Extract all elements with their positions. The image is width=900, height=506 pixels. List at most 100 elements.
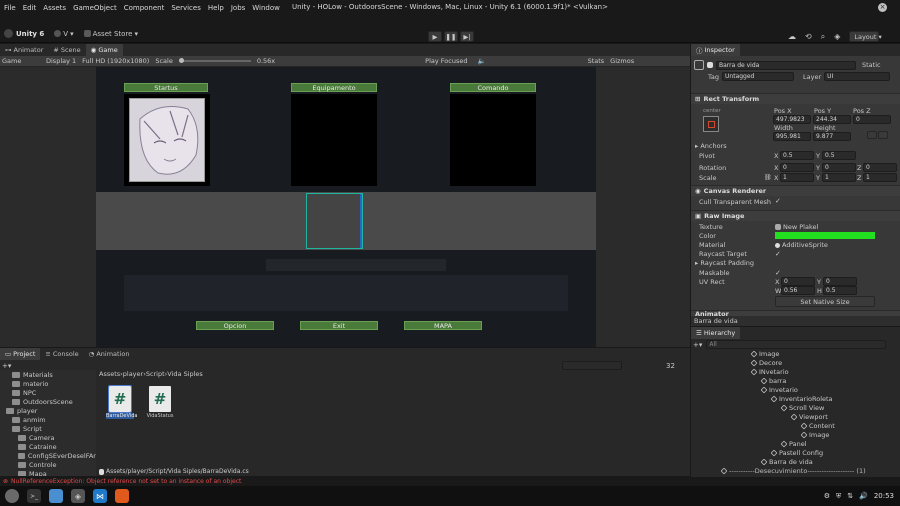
- hierarchy-item[interactable]: Viewport: [691, 412, 900, 421]
- raycast-checkbox[interactable]: ✓: [775, 250, 781, 258]
- scale-x-field[interactable]: 1: [780, 173, 814, 182]
- tab-inspector[interactable]: ⓘ Inspector: [691, 44, 740, 56]
- hierarchy-item[interactable]: Image: [691, 349, 900, 358]
- shield-icon[interactable]: ⛨: [836, 492, 841, 501]
- active-checkbox[interactable]: [707, 62, 713, 68]
- gizmos-button[interactable]: Gizmos: [610, 57, 634, 65]
- uv-x-field[interactable]: 0: [781, 277, 815, 286]
- cull-checkbox[interactable]: ✓: [775, 197, 781, 205]
- menu-edit[interactable]: Edit: [23, 4, 37, 12]
- breadcrumb-item[interactable]: Vida Siples: [167, 370, 203, 378]
- add-icon[interactable]: +▾: [693, 341, 702, 349]
- folder-item[interactable]: Camera: [0, 433, 96, 442]
- hierarchy-item[interactable]: Image: [691, 430, 900, 439]
- raw-image-header[interactable]: ▣ Raw Image: [691, 210, 900, 221]
- display-mode-dropdown[interactable]: Game: [2, 57, 40, 65]
- unity-icon[interactable]: ◈: [71, 489, 85, 503]
- files-icon[interactable]: [49, 489, 63, 503]
- rotation-x-field[interactable]: 0: [780, 163, 814, 172]
- raycast-padding-foldout[interactable]: ▸ Raycast Padding: [695, 259, 754, 267]
- cloud-icon[interactable]: ☁: [788, 32, 796, 41]
- uv-y-field[interactable]: 0: [823, 277, 857, 286]
- set-native-size-button[interactable]: Set Native Size: [775, 296, 875, 307]
- uv-w-field[interactable]: 0.56: [781, 286, 815, 295]
- pos-y-field[interactable]: 244.34: [813, 115, 851, 124]
- status-bar[interactable]: ⊗ NullReferenceException: Object referenc…: [0, 477, 900, 486]
- pivot-x-field[interactable]: 0.5: [780, 151, 814, 160]
- menu-component[interactable]: Component: [124, 4, 165, 12]
- folder-item[interactable]: OutdoorsScene: [0, 397, 96, 406]
- breadcrumb-item[interactable]: Script: [146, 370, 165, 378]
- material-field[interactable]: AdditiveSprite: [775, 241, 828, 249]
- clock[interactable]: 20:53: [874, 492, 894, 500]
- network-icon[interactable]: ⇅: [847, 492, 853, 500]
- status-header[interactable]: Startus: [124, 83, 208, 92]
- tag-dropdown[interactable]: Untagged: [722, 72, 795, 81]
- unity-account-menu[interactable]: Unity 6: [4, 29, 44, 38]
- width-field[interactable]: 995.981: [773, 132, 811, 141]
- hierarchy-item[interactable]: Content: [691, 421, 900, 430]
- folder-item[interactable]: player: [0, 406, 96, 415]
- brave-icon[interactable]: [115, 489, 129, 503]
- hierarchy-item[interactable]: Invetario: [691, 385, 900, 394]
- tab-project[interactable]: ▭ Project: [0, 348, 41, 360]
- layout-dropdown[interactable]: Layout ▾: [849, 31, 882, 42]
- height-field[interactable]: 9.877: [813, 132, 851, 141]
- pos-x-field[interactable]: 497.9823: [773, 115, 811, 124]
- rotation-y-field[interactable]: 0: [822, 163, 856, 172]
- asset-item[interactable]: # BarraDeVida: [106, 385, 137, 419]
- link-icon[interactable]: ⛓: [764, 174, 772, 181]
- maskable-checkbox[interactable]: ✓: [775, 269, 781, 277]
- folder-item[interactable]: materio: [0, 379, 96, 388]
- tab-hierarchy[interactable]: ☰ Hierarchy: [691, 327, 741, 339]
- slider-handle[interactable]: [178, 58, 184, 63]
- hierarchy-item[interactable]: InventarioRoleta: [691, 394, 900, 403]
- layers-icon[interactable]: ◈: [834, 32, 840, 41]
- folder-item[interactable]: Materials: [0, 370, 96, 379]
- inventory-slot-selected[interactable]: [306, 193, 363, 249]
- uv-h-field[interactable]: 0.5: [823, 286, 857, 295]
- asset-item[interactable]: # VidaStatus: [146, 386, 174, 419]
- mute-icon[interactable]: 🔈: [477, 57, 485, 65]
- scale-slider[interactable]: [178, 58, 251, 63]
- hierarchy-item[interactable]: Scroll View: [691, 403, 900, 412]
- static-toggle[interactable]: Static: [862, 61, 881, 69]
- step-button[interactable]: ▶|: [460, 31, 474, 42]
- collab-icon[interactable]: ⟲: [805, 32, 812, 41]
- account-button[interactable]: V ▾: [54, 30, 74, 38]
- folder-item[interactable]: NPC: [0, 388, 96, 397]
- hierarchy-search-input[interactable]: All: [706, 340, 887, 349]
- command-header[interactable]: Comando: [450, 83, 536, 92]
- canvas-renderer-header[interactable]: ◉ Canvas Renderer: [691, 185, 900, 196]
- resolution-dropdown[interactable]: Full HD (1920x1080): [82, 57, 149, 65]
- equipment-header[interactable]: Equipamento: [291, 83, 377, 92]
- hierarchy-item[interactable]: Panel: [691, 439, 900, 448]
- vscode-icon[interactable]: ⋈: [93, 489, 107, 503]
- folder-item[interactable]: Controle: [0, 460, 96, 469]
- object-name-field[interactable]: Barra de vida: [716, 60, 856, 70]
- tab-animator[interactable]: ⊶ Animator: [0, 44, 48, 56]
- asset-store-button[interactable]: Asset Store ▾: [83, 30, 138, 38]
- pause-button[interactable]: ❚❚: [444, 31, 458, 42]
- settings-icon[interactable]: ⚙: [824, 492, 830, 500]
- raw-edit-button[interactable]: [878, 131, 888, 139]
- layer-dropdown[interactable]: UI: [824, 72, 891, 81]
- tab-animation[interactable]: ◔ Animation: [84, 348, 135, 360]
- project-search-input[interactable]: [562, 361, 622, 370]
- blueprint-button[interactable]: [867, 131, 877, 139]
- tab-console[interactable]: ≡ Console: [40, 348, 83, 360]
- menu-services[interactable]: Services: [171, 4, 201, 12]
- play-button[interactable]: ▶: [428, 31, 442, 42]
- stats-button[interactable]: Stats: [588, 57, 605, 65]
- menu-assets[interactable]: Assets: [43, 4, 66, 12]
- menu-file[interactable]: File: [4, 4, 16, 12]
- pivot-y-field[interactable]: 0.5: [822, 151, 856, 160]
- start-icon[interactable]: [5, 489, 19, 503]
- hierarchy-item[interactable]: Pastell Config: [691, 448, 900, 457]
- pos-z-field[interactable]: 0: [853, 115, 891, 124]
- hierarchy-item[interactable]: Decore: [691, 358, 900, 367]
- folder-item[interactable]: Catraine: [0, 442, 96, 451]
- folder-item[interactable]: anmim: [0, 415, 96, 424]
- scale-y-field[interactable]: 1: [822, 173, 856, 182]
- play-mode-dropdown[interactable]: Play Focused: [425, 57, 467, 65]
